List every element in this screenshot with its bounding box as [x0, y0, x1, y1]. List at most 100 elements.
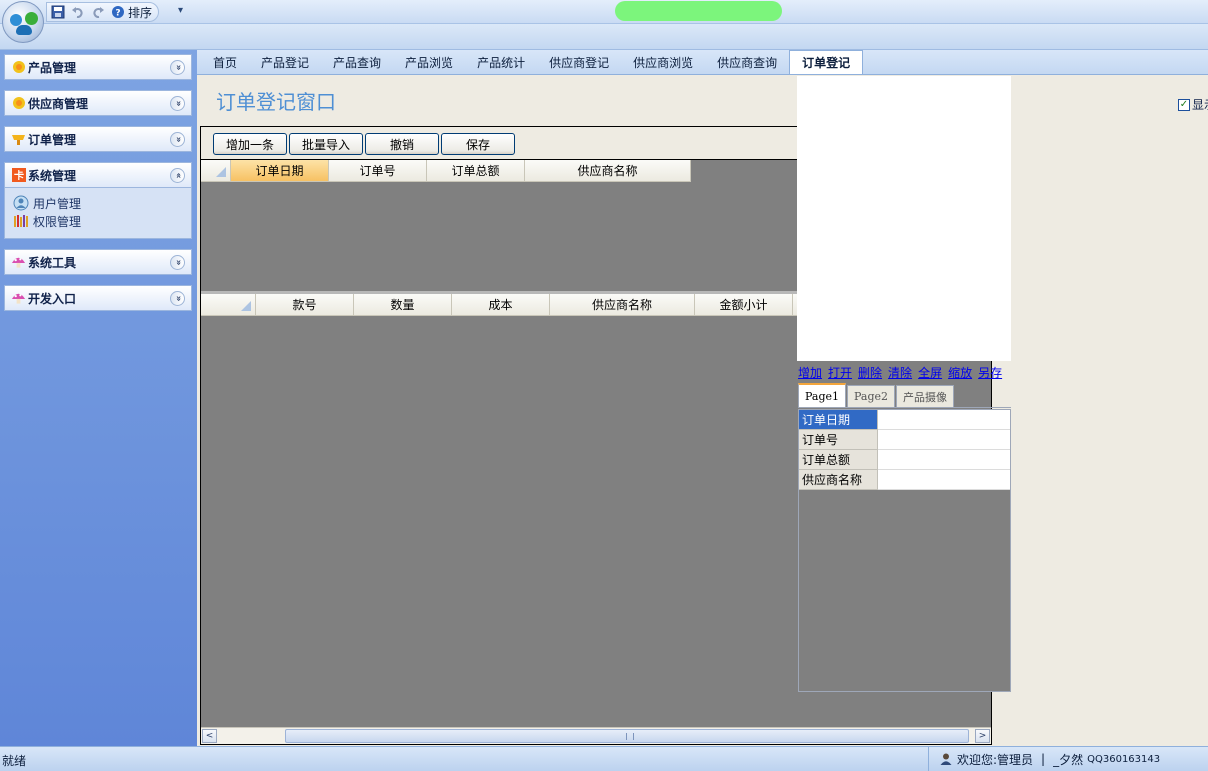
chevron-down-icon[interactable]: » — [170, 132, 185, 147]
open-image-link[interactable]: 打开 — [828, 364, 852, 382]
property-row[interactable]: 订单号 — [799, 430, 1010, 450]
document-tab-bar: 首页 产品登记 产品查询 产品浏览 产品统计 供应商登记 供应商浏览 供应商查询… — [197, 50, 1208, 75]
nav-group-header[interactable]: 订单管理 » — [4, 126, 192, 152]
nav-item-user-manage[interactable]: 用户管理 — [13, 194, 183, 212]
chevron-down-icon[interactable]: » — [170, 255, 185, 270]
nav-group-label: 系统工具 — [28, 255, 77, 270]
property-value-field[interactable] — [878, 450, 1010, 470]
chevron-down-icon[interactable]: » — [170, 60, 185, 75]
quick-access-toolbar: ? 排序 — [46, 2, 160, 22]
fullscreen-image-link[interactable]: 全屏 — [918, 364, 942, 382]
undo-button[interactable]: 撤销 — [365, 133, 439, 155]
sort-button[interactable]: ? 排序 — [111, 4, 152, 20]
status-text: 就绪 — [2, 754, 27, 768]
status-user-info: 欢迎您:管理员 | _夕然 QQ360163143 — [928, 747, 1208, 771]
column-header-subtotal[interactable]: 金额小计 — [695, 294, 793, 316]
property-row[interactable]: 供应商名称 — [799, 470, 1010, 490]
property-key: 订单总额 — [799, 450, 878, 470]
nav-group-label: 系统管理 — [28, 168, 77, 183]
redo-icon[interactable] — [91, 4, 105, 20]
sun-flower-icon — [11, 96, 26, 111]
batch-import-button[interactable]: 批量导入 — [289, 133, 363, 155]
nav-group-header[interactable]: 产品管理 » — [4, 54, 192, 80]
product-image-area[interactable] — [797, 76, 1011, 361]
nav-group-header[interactable]: 开发入口 » — [4, 285, 192, 311]
add-row-button[interactable]: 增加一条 — [213, 133, 287, 155]
horizontal-scrollbar[interactable]: < > — [201, 727, 991, 744]
qq-text: QQ360163143 — [1087, 753, 1161, 765]
status-bar: 就绪 欢迎您:管理员 | _夕然 QQ360163143 — [0, 746, 1208, 771]
scroll-thumb[interactable] — [285, 729, 969, 743]
app-orb-button[interactable] — [2, 1, 44, 43]
save-button[interactable]: 保存 — [441, 133, 515, 155]
column-header-quantity[interactable]: 数量 — [354, 294, 452, 316]
status-separator: | — [1041, 752, 1046, 766]
tab-product-browse[interactable]: 产品浏览 — [393, 50, 465, 74]
sun-flower-icon — [11, 60, 26, 75]
clear-image-link[interactable]: 清除 — [888, 364, 912, 382]
property-value-field[interactable] — [878, 430, 1010, 450]
tab-product-camera[interactable]: 产品摄像 — [896, 385, 955, 407]
welcome-text: 欢迎您:管理员 — [957, 752, 1034, 767]
column-header-supplier-name[interactable]: 供应商名称 — [525, 160, 691, 182]
property-key: 供应商名称 — [799, 470, 878, 490]
column-header-order-date[interactable]: 订单日期 — [231, 160, 329, 182]
chevron-down-icon[interactable]: » — [170, 96, 185, 111]
tab-product-stats[interactable]: 产品统计 — [465, 50, 537, 74]
nav-group-label: 产品管理 — [28, 60, 77, 75]
column-header-order-no[interactable]: 订单号 — [329, 160, 427, 182]
column-header-supplier-name[interactable]: 供应商名称 — [550, 294, 695, 316]
save-icon[interactable] — [51, 4, 65, 20]
tab-home[interactable]: 首页 — [201, 50, 249, 74]
scroll-left-icon[interactable]: < — [202, 729, 217, 743]
nav-group-header[interactable]: 卡 系统管理 « — [4, 162, 192, 188]
order-grid-header: 订单日期 订单号 订单总额 供应商名称 — [201, 160, 691, 182]
undo-icon[interactable] — [71, 4, 85, 20]
tab-order-register[interactable]: 订单登记 — [789, 50, 864, 74]
nav-group-label: 开发入口 — [28, 291, 77, 306]
chevron-down-icon[interactable]: » — [170, 291, 185, 306]
mushroom-icon — [11, 255, 26, 270]
nav-group-header[interactable]: 供应商管理 » — [4, 90, 192, 116]
user-icon — [939, 752, 953, 766]
tab-product-register[interactable]: 产品登记 — [249, 50, 321, 74]
image-actions: 增加 打开 删除 清除 全屏 缩放 另存 — [798, 364, 1011, 382]
tab-product-query[interactable]: 产品查询 — [321, 50, 393, 74]
grip-icon — [626, 733, 634, 740]
zoom-image-link[interactable]: 缩放 — [948, 364, 972, 382]
tab-supplier-query[interactable]: 供应商查询 — [705, 50, 789, 74]
tab-page1[interactable]: Page1 — [798, 383, 847, 407]
chevron-up-icon[interactable]: « — [170, 168, 185, 183]
column-header-style-no[interactable]: 款号 — [256, 294, 354, 316]
show-checkbox[interactable]: ✓ 显示 — [1178, 96, 1208, 113]
select-all-corner[interactable] — [201, 160, 231, 182]
column-header-cost[interactable]: 成本 — [452, 294, 550, 316]
nav-group-body: 用户管理 权限管理 — [4, 188, 192, 239]
property-row[interactable]: 订单总额 — [799, 450, 1010, 470]
column-header-order-total[interactable]: 订单总额 — [427, 160, 525, 182]
nav-item-permission[interactable]: 权限管理 — [13, 212, 183, 230]
delete-image-link[interactable]: 删除 — [858, 364, 882, 382]
tab-supplier-browse[interactable]: 供应商浏览 — [621, 50, 705, 74]
property-value-field[interactable] — [878, 410, 1010, 430]
nav-group-label: 供应商管理 — [28, 96, 89, 111]
title-bar: ? 排序 ▾ — [0, 0, 1208, 43]
svg-text:?: ? — [115, 9, 120, 19]
tab-supplier-register[interactable]: 供应商登记 — [537, 50, 621, 74]
qat-customize-icon[interactable]: ▾ — [178, 5, 183, 16]
property-row[interactable]: 订单日期 — [799, 410, 1010, 430]
save-as-image-link[interactable]: 另存 — [978, 364, 1002, 382]
nav-group-header[interactable]: 系统工具 » — [4, 249, 192, 275]
checkbox-checked-icon[interactable]: ✓ — [1178, 98, 1190, 111]
gift-icon — [11, 132, 26, 147]
property-value-field[interactable] — [878, 470, 1010, 490]
window-title-highlight — [615, 1, 782, 21]
tab-page2[interactable]: Page2 — [847, 385, 896, 407]
select-all-corner[interactable] — [201, 294, 256, 316]
scroll-right-icon[interactable]: > — [975, 729, 990, 743]
svg-text:卡: 卡 — [14, 169, 24, 182]
show-checkbox-label: 显示 — [1192, 98, 1208, 112]
add-image-link[interactable]: 增加 — [798, 364, 822, 382]
permission-icon — [13, 213, 29, 229]
nav-group-tools: 系统工具 » — [4, 249, 192, 275]
